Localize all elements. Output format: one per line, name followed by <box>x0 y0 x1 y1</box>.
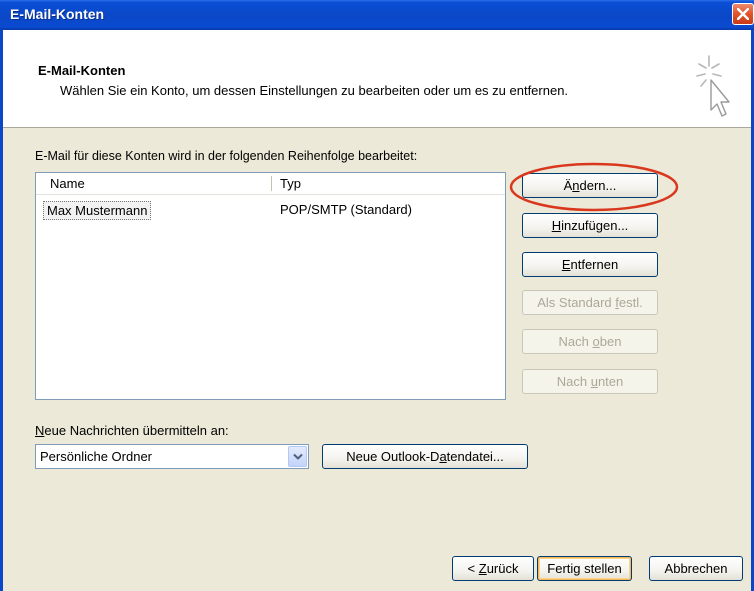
cursor-sparkle-icon <box>696 55 730 117</box>
add-button[interactable]: Hinzufügen... <box>522 213 658 238</box>
deliver-to-label: Neue Nachrichten übermitteln an: <box>35 423 229 438</box>
change-label-post: dern... <box>579 178 617 193</box>
accounts-list[interactable]: Name Typ Max Mustermann POP/SMTP (Standa… <box>35 172 506 400</box>
column-header-name[interactable]: Name <box>50 176 85 191</box>
change-label-accel: n <box>572 178 580 193</box>
column-header-type[interactable]: Typ <box>280 176 301 191</box>
account-type: POP/SMTP (Standard) <box>280 202 412 217</box>
deliver-label-accel: N <box>35 423 45 438</box>
email-accounts-dialog: E-Mail-Konten E-Mail-Konten Wählen Sie e… <box>0 0 754 591</box>
move-down-label-accel: u <box>590 374 598 389</box>
window-title: E-Mail-Konten <box>10 6 105 22</box>
back-label-post: urück <box>486 561 519 576</box>
change-button[interactable]: Ändern... <box>522 173 658 198</box>
back-label-pre: < <box>467 561 479 576</box>
new-file-label-accel: a <box>439 449 447 464</box>
back-button[interactable]: < Zurück <box>452 556 534 581</box>
finish-button[interactable]: Fertig stellen <box>537 556 632 581</box>
deliver-label-rest: eue Nachrichten übermitteln an: <box>44 423 229 438</box>
deliver-to-value: Persönliche Ordner <box>40 449 152 464</box>
chevron-down-icon <box>293 453 303 460</box>
move-down-button[interactable]: Nach unten <box>522 369 658 394</box>
header-title: E-Mail-Konten <box>38 63 126 78</box>
remove-label-post: ntfernen <box>570 257 619 272</box>
add-label-accel: H <box>551 218 562 233</box>
close-icon <box>737 8 749 20</box>
change-label-pre: Ä <box>563 178 573 193</box>
move-up-label-accel: o <box>592 334 600 349</box>
column-separator[interactable] <box>271 176 272 191</box>
dropdown-button[interactable] <box>288 446 307 467</box>
header-subtitle: Wählen Sie ein Konto, um dessen Einstell… <box>60 83 569 98</box>
account-name[interactable]: Max Mustermann <box>43 201 152 220</box>
new-data-file-button[interactable]: Neue Outlook-Datendatei... <box>322 444 528 469</box>
deliver-to-select[interactable]: Persönliche Ordner <box>35 444 309 469</box>
close-button[interactable] <box>732 3 754 25</box>
accounts-list-header: Name Typ <box>36 173 505 195</box>
new-file-label-pre: Neue Outlook-D <box>346 449 440 464</box>
cancel-button[interactable]: Abbrechen <box>649 556 743 581</box>
set-default-label-post: estl. <box>618 295 643 310</box>
remove-button[interactable]: Entfernen <box>522 252 658 277</box>
move-up-label-pre: Nach <box>558 334 593 349</box>
move-up-label-post: ben <box>599 334 622 349</box>
move-down-label-post: nten <box>597 374 624 389</box>
accounts-intro-label: E-Mail für diese Konten wird in der folg… <box>35 149 418 163</box>
header-panel: E-Mail-Konten Wählen Sie ein Konto, um d… <box>3 30 751 128</box>
back-label-accel: Z <box>478 561 487 576</box>
move-up-button[interactable]: Nach oben <box>522 329 658 354</box>
set-default-button[interactable]: Als Standard festl. <box>522 290 658 315</box>
new-file-label-post: tendatei... <box>446 449 504 464</box>
title-bar[interactable]: E-Mail-Konten <box>0 0 754 30</box>
move-down-label-pre: Nach <box>556 374 591 389</box>
account-row[interactable]: Max Mustermann POP/SMTP (Standard) <box>36 200 505 220</box>
set-default-label-pre: Als Standard <box>537 295 616 310</box>
add-label-post: inzufügen... <box>561 218 629 233</box>
